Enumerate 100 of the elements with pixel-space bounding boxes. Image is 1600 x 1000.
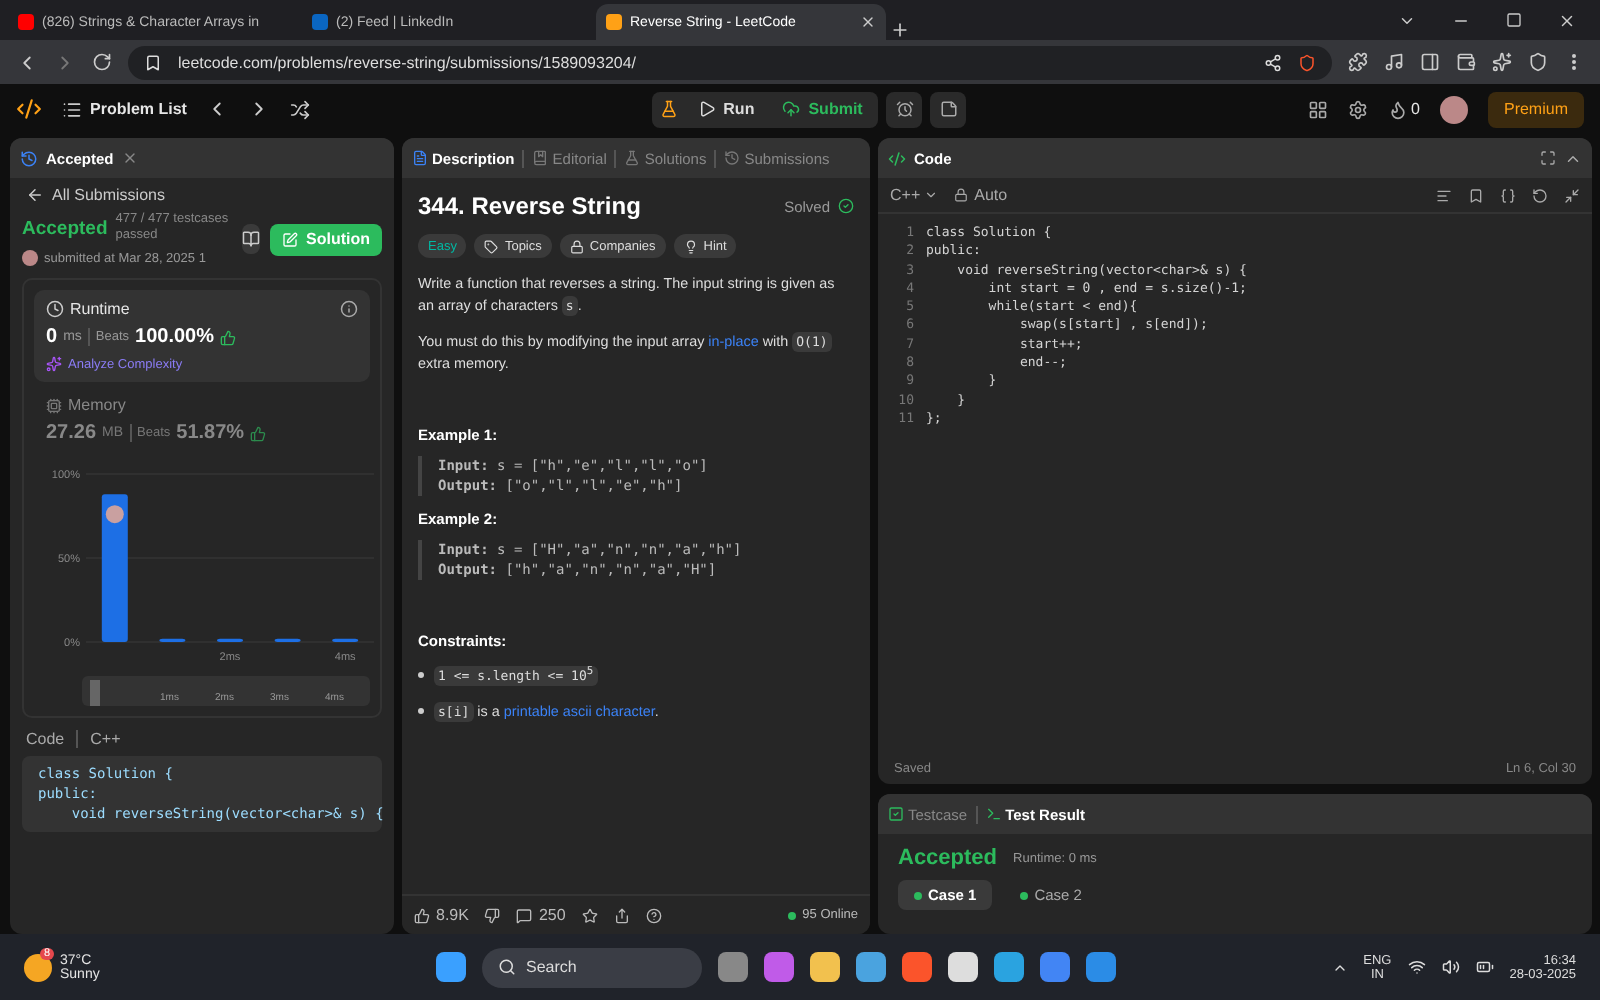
timer-button[interactable] — [886, 91, 923, 127]
assistant-icon[interactable] — [1492, 52, 1512, 72]
notes-button[interactable] — [930, 91, 967, 127]
play-icon — [697, 100, 716, 118]
close-icon[interactable] — [1558, 11, 1576, 29]
code-label: Code — [26, 730, 65, 748]
info-icon[interactable] — [340, 300, 358, 318]
help-icon[interactable] — [645, 907, 662, 923]
streak-count: 0 — [1411, 100, 1420, 118]
premium-button[interactable]: Premium — [1487, 91, 1584, 127]
note-icon — [939, 100, 958, 118]
braces-icon[interactable] — [1500, 187, 1516, 203]
wifi-icon[interactable] — [1407, 958, 1426, 976]
status-label: Accepted — [22, 217, 108, 239]
problem-title: 344. Reverse String — [418, 192, 641, 220]
share-icon[interactable] — [613, 907, 630, 923]
address-field[interactable]: leetcode.com/problems/reverse-string/submissions/1589093204/ — [128, 45, 1332, 79]
tab-icon — [724, 150, 741, 166]
bookmark-icon — [144, 53, 162, 71]
sun-icon[interactable] — [24, 953, 52, 981]
shuffle-icon[interactable] — [290, 99, 311, 119]
app-icon[interactable] — [902, 952, 932, 982]
debug-icon[interactable] — [659, 100, 678, 118]
bookmark-icon[interactable] — [1468, 187, 1484, 203]
edit-icon — [282, 231, 298, 247]
back-arrow-icon — [26, 186, 44, 204]
search-icon — [498, 958, 516, 976]
like-icon[interactable] — [414, 907, 430, 923]
tab-icon — [624, 150, 641, 166]
tab-icon — [412, 150, 428, 166]
battery-icon[interactable] — [1475, 958, 1494, 976]
history-icon — [20, 149, 38, 167]
maximize-icon[interactable] — [1506, 12, 1522, 28]
run-button[interactable]: Run — [689, 91, 763, 127]
stat-title: Runtime — [70, 300, 130, 318]
vpn-icon[interactable] — [1528, 52, 1548, 72]
share-icon — [1264, 53, 1282, 71]
app-icon[interactable] — [948, 952, 978, 982]
tab-icon — [888, 806, 904, 822]
language-select[interactable]: C++ — [890, 186, 921, 204]
like-count: 8.9K — [436, 906, 469, 924]
dislike-icon[interactable] — [484, 907, 501, 923]
layout-icon[interactable] — [1307, 99, 1328, 119]
format-icon[interactable] — [1436, 187, 1452, 203]
problem-list-link[interactable]: Problem List — [90, 100, 187, 118]
tab-icon — [532, 150, 549, 166]
avatar-marker — [105, 505, 124, 524]
media-icon[interactable] — [1384, 52, 1404, 72]
fullscreen-icon[interactable] — [1540, 150, 1556, 166]
tab-icon — [985, 806, 1002, 822]
site-icon — [606, 14, 622, 30]
settings-icon[interactable] — [1347, 99, 1368, 119]
wallet-icon[interactable] — [1456, 52, 1476, 72]
expand-icon[interactable] — [1564, 187, 1580, 203]
alarm-icon — [895, 100, 914, 118]
beats-value: 51.87% — [176, 422, 245, 444]
star-icon[interactable] — [581, 907, 598, 923]
thumbs-up-icon — [250, 425, 267, 441]
book-icon — [241, 230, 260, 248]
site-icon — [18, 14, 34, 30]
search-field[interactable]: Search — [482, 947, 702, 987]
flame-icon — [1387, 99, 1408, 119]
logo-icon[interactable] — [16, 96, 42, 122]
upload-icon — [782, 100, 801, 118]
stat-title: Memory — [68, 396, 126, 414]
site-icon — [312, 14, 328, 30]
editorial-button[interactable] — [241, 224, 260, 254]
comment-icon[interactable] — [516, 907, 533, 923]
thumbs-up-icon — [220, 329, 237, 345]
lock-icon — [954, 188, 969, 202]
runtime-value: 0 — [46, 326, 58, 348]
shield-icon — [1298, 53, 1316, 71]
close-icon[interactable] — [860, 14, 876, 30]
check-icon — [838, 198, 854, 214]
volume-icon[interactable] — [1441, 958, 1460, 976]
code-icon — [888, 149, 906, 167]
avatar[interactable] — [1439, 95, 1468, 123]
new-tab-icon[interactable] — [890, 20, 910, 40]
list-icon — [62, 99, 82, 119]
sparkle-icon — [46, 356, 62, 372]
sidebar-icon[interactable] — [1420, 52, 1440, 72]
reload-icon[interactable] — [92, 52, 112, 72]
app-icon[interactable] — [994, 952, 1024, 982]
app-icon[interactable] — [856, 952, 886, 982]
reset-icon[interactable] — [1532, 187, 1548, 203]
tag-icon — [484, 239, 499, 253]
result-status: Accepted — [898, 846, 998, 870]
submit-button[interactable]: Submit — [774, 91, 871, 127]
comment-count: 250 — [538, 906, 566, 924]
caret-icon — [924, 188, 939, 202]
app-icon[interactable] — [810, 952, 840, 982]
mode-label[interactable]: Auto — [974, 186, 1008, 204]
back-link[interactable]: All Submissions — [10, 178, 394, 212]
online-dot — [788, 911, 797, 919]
code-label: C++ — [90, 730, 121, 748]
start-icon[interactable] — [436, 952, 466, 982]
extensions-icon[interactable] — [1348, 52, 1368, 72]
beats-value: 100.00% — [135, 326, 215, 348]
bulb-icon — [683, 239, 698, 253]
avatar — [22, 250, 38, 266]
